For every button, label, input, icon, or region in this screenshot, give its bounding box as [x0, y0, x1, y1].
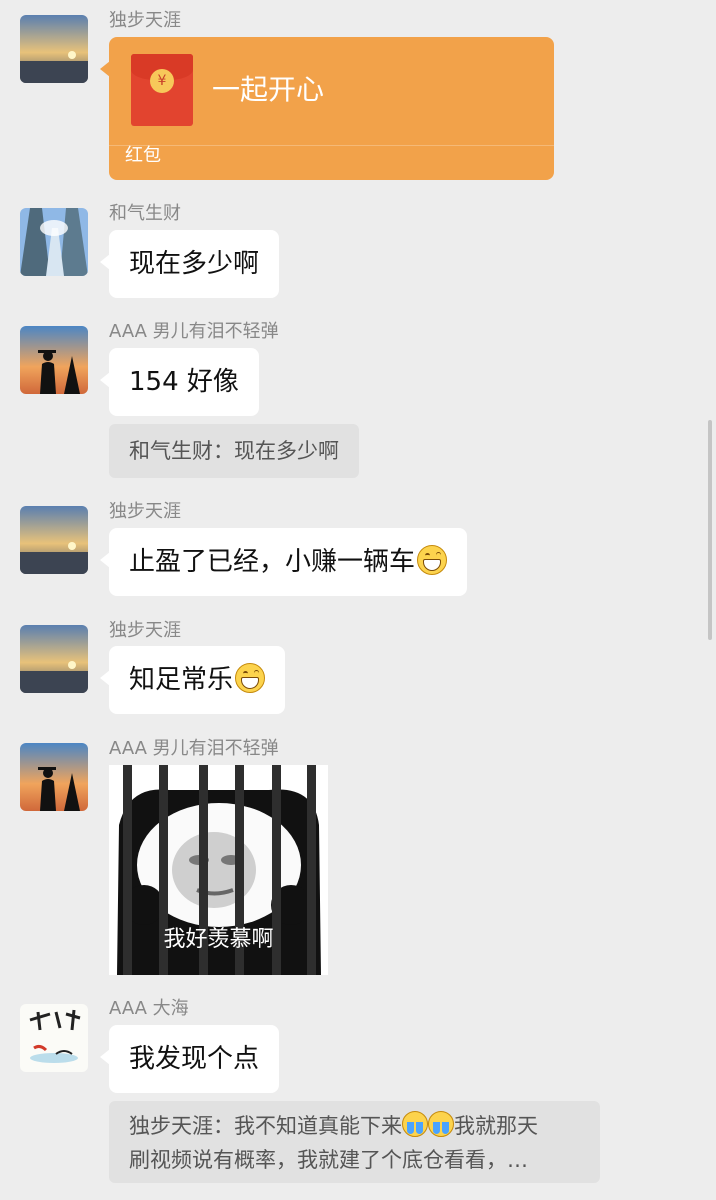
message-bubble[interactable]: 现在多少啊	[99, 230, 280, 298]
message-text: 知足常乐	[129, 665, 234, 695]
buildings-avatar-image	[20, 208, 88, 276]
quote-text: 我就那天	[454, 1114, 538, 1138]
coin-icon: ¥	[150, 69, 174, 93]
message-text: 止盈了已经，小赚一辆车	[129, 547, 416, 577]
sender-name: AAA 男儿有泪不轻弹	[109, 321, 279, 342]
quoted-message[interactable]: 和气生财：现在多少啊	[109, 424, 359, 478]
avatar-sunset[interactable]	[20, 15, 88, 83]
silhouette-avatar-image	[20, 326, 88, 394]
red-packet-label: 红包	[125, 145, 161, 166]
red-packet-title: 一起开心	[212, 73, 325, 106]
red-packet-message[interactable]: ¥ 一起开心 红包	[100, 37, 554, 180]
message-bubble[interactable]: 154 好像	[100, 348, 259, 416]
avatar-buildings[interactable]	[20, 208, 88, 276]
grinning-face-icon	[235, 663, 266, 693]
sender-name: AAA 男儿有泪不轻弹	[109, 738, 279, 759]
sender-name: 独步天涯	[109, 620, 181, 641]
red-envelope-icon: ¥	[131, 54, 193, 126]
message-bubble[interactable]: 止盈了已经，小赚一辆车	[99, 528, 468, 596]
sticker-caption: 我好羡慕啊	[163, 927, 274, 952]
grinning-face-icon	[417, 545, 448, 575]
avatar-silhouette[interactable]	[20, 326, 88, 394]
crying-face-icon	[402, 1111, 428, 1137]
avatar-calligraphy[interactable]	[20, 1004, 88, 1072]
scrollbar[interactable]	[708, 420, 712, 640]
sunset-avatar-image	[20, 506, 88, 574]
sunset-avatar-image	[20, 625, 88, 693]
sender-name: 独步天涯	[109, 10, 181, 31]
quote-text: 独步天涯：我不知道真能下来	[129, 1114, 402, 1138]
silhouette-avatar-image	[20, 743, 88, 811]
sunset-avatar-image	[20, 15, 88, 83]
sender-name: 和气生财	[109, 203, 181, 224]
quote-text-line2: 刷视频说有概率，我就建了个底仓看看，…	[129, 1148, 528, 1172]
sticker-message[interactable]: 我好羡慕啊	[109, 765, 328, 975]
sender-name: 独步天涯	[109, 501, 181, 522]
crying-face-icon	[428, 1111, 454, 1137]
calligraphy-avatar-image	[20, 1004, 88, 1072]
message-bubble[interactable]: 我发现个点	[99, 1025, 280, 1093]
quoted-message[interactable]: 独步天涯：我不知道真能下来 我就那天 刷视频说有概率，我就建了个底仓看看，…	[109, 1101, 600, 1183]
avatar-sunset[interactable]	[20, 506, 88, 574]
avatar-silhouette[interactable]	[20, 743, 88, 811]
avatar-sunset[interactable]	[20, 625, 88, 693]
sender-name: AAA 大海	[109, 998, 189, 1019]
divider	[109, 145, 554, 146]
message-bubble[interactable]: 知足常乐	[99, 646, 286, 714]
